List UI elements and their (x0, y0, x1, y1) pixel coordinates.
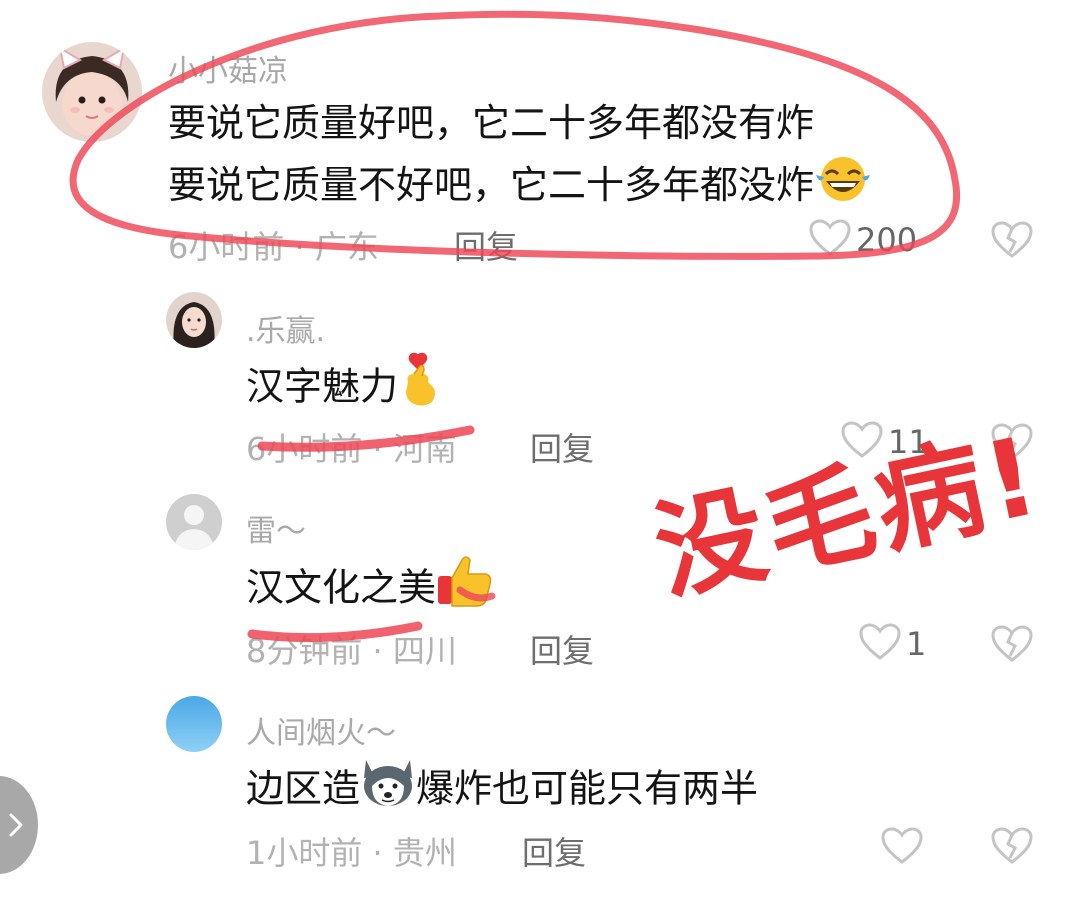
dislike-button[interactable] (990, 220, 1034, 264)
heart-icon (808, 218, 852, 262)
comment-text-after: 爆炸也可能只有两半 (416, 766, 759, 811)
comment-line-2-text: 要说它质量不好吧，它二十多年都没炸 (168, 163, 815, 207)
comment-text: 要说它质量好吧，它二十多年都没有炸 要说它质量不好吧，它二十多年都没炸 (168, 92, 872, 221)
avatar[interactable] (42, 42, 142, 142)
avatar[interactable] (166, 494, 222, 550)
reply-button[interactable]: 回复 (454, 222, 518, 268)
comment-text: 汉字魅力 (246, 352, 442, 426)
reply-button[interactable]: 回复 (522, 828, 586, 874)
like-button[interactable]: 200 (808, 218, 917, 262)
finger-heart-icon (398, 352, 442, 426)
dislike-button[interactable] (990, 624, 1034, 668)
heart-icon (858, 622, 902, 666)
like-button[interactable] (880, 826, 928, 870)
comment-line-1: 要说它质量好吧，它二十多年都没有炸 (168, 101, 815, 145)
comment-text: 边区造 爆炸也可能只有两半 (246, 756, 758, 826)
dislike-button[interactable] (990, 826, 1034, 870)
comment-text-body: 汉字魅力 (246, 364, 399, 409)
username[interactable]: 雷～ (246, 506, 306, 550)
broken-heart-icon (990, 625, 1034, 668)
heart-icon (880, 826, 924, 870)
side-expand-button[interactable] (0, 776, 38, 874)
comment-text: 汉文化之美 (246, 554, 494, 626)
reply-button[interactable]: 回复 (530, 626, 594, 672)
chevron-right-icon (9, 813, 23, 837)
time-location: 6小时前 · 河南 (246, 430, 457, 468)
like-count: 1 (906, 625, 927, 663)
broken-heart-icon (990, 827, 1034, 870)
time-location: 6小时前 · 广东 (168, 228, 379, 266)
avatar[interactable] (166, 292, 222, 348)
like-button[interactable]: 1 (858, 622, 926, 666)
like-count: 200 (856, 221, 918, 259)
broken-heart-icon (990, 221, 1034, 264)
username[interactable]: .乐赢. (246, 306, 325, 350)
comment-text-before: 边区造 (246, 766, 361, 811)
time-location: 8分钟前 · 四川 (246, 632, 457, 670)
comment-line-2: 要说它质量不好吧，它二十多年都没炸 (168, 154, 872, 221)
time-location: 1小时前 · 贵州 (246, 834, 457, 872)
thumbs-up-icon (436, 554, 494, 626)
avatar[interactable] (166, 696, 222, 752)
husky-dog-icon (360, 756, 416, 826)
laughing-tears-icon (814, 155, 872, 221)
username[interactable]: 人间烟火～ (246, 708, 396, 752)
reply-button[interactable]: 回复 (530, 424, 594, 470)
username[interactable]: 小小菇凉 (168, 46, 288, 90)
comment-text-body: 汉文化之美 (246, 565, 437, 610)
